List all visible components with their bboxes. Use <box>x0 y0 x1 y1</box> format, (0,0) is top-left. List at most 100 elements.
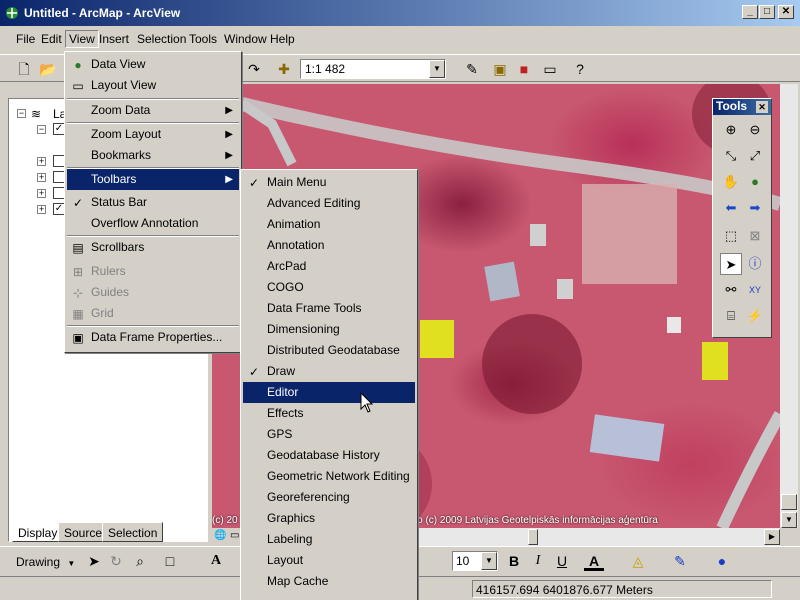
layout-view-icon[interactable]: ▭ <box>230 530 239 541</box>
toolbar-item-animation[interactable]: Animation <box>243 214 415 235</box>
menu-item-data-frame-properties[interactable]: ▣ Data Frame Properties... <box>67 327 239 348</box>
menu-item-overflow-annotation[interactable]: Overflow Annotation <box>67 213 239 234</box>
select-elements-icon[interactable]: ➤ <box>84 551 104 571</box>
menu-item-status-bar[interactable]: ✓ Status Bar <box>67 192 239 213</box>
menu-item-grid[interactable]: ▦ Grid <box>67 303 239 324</box>
measure-icon[interactable]: ⌸ <box>720 305 742 327</box>
expand-toggle[interactable]: + <box>37 173 46 182</box>
bold-button[interactable]: B <box>504 551 524 571</box>
chevron-down-icon[interactable]: ▼ <box>429 60 445 78</box>
toolbar-item-labeling[interactable]: Labeling <box>243 529 415 550</box>
font-size-combobox[interactable]: 10 ▼ <box>452 551 498 571</box>
expand-toggle[interactable]: + <box>37 157 46 166</box>
toolbar-item-geometric-network-editing[interactable]: Geometric Network Editing <box>243 466 415 487</box>
tab-source[interactable]: Source <box>58 522 109 542</box>
menu-item-scrollbars[interactable]: ▤ Scrollbars <box>67 237 239 258</box>
toolbar-item-geodatabase-history[interactable]: Geodatabase History <box>243 445 415 466</box>
hyperlink-lightning-icon[interactable]: ⚡ <box>744 305 766 327</box>
arcmap-app-icon[interactable] <box>4 5 20 21</box>
toolbar-item-distributed-geodatabase[interactable]: Distributed Geodatabase <box>243 340 415 361</box>
menu-help[interactable]: Help <box>270 32 295 46</box>
new-text-icon[interactable]: A <box>206 551 226 571</box>
font-color-button[interactable]: A <box>584 551 604 571</box>
redo-icon[interactable]: ↷ <box>244 59 264 79</box>
menu-selection[interactable]: Selection <box>137 32 186 46</box>
editor-toolbar-icon[interactable]: ✎ <box>462 59 482 79</box>
menu-view[interactable]: View <box>65 30 99 48</box>
line-color-icon[interactable]: ✎ <box>670 551 690 571</box>
tab-selection[interactable]: Selection <box>102 522 164 542</box>
rotate-icon[interactable]: ↻ <box>106 551 126 571</box>
toolbar-item-georeferencing[interactable]: Georeferencing <box>243 487 415 508</box>
clear-selection-icon[interactable]: ⊠ <box>744 225 766 247</box>
pan-hand-icon[interactable]: ✋ <box>720 171 742 193</box>
toolbar-item-map-cache[interactable]: Map Cache <box>243 571 415 592</box>
drawing-menu-button[interactable]: Drawing ▼ <box>16 555 75 569</box>
zoom-to-selected-icon[interactable]: ⌕ <box>130 551 150 571</box>
command-line-icon[interactable]: ▭ <box>540 59 560 79</box>
minimize-button[interactable]: _ <box>742 5 758 19</box>
full-extent-globe-icon[interactable]: ● <box>744 171 766 193</box>
select-features-icon[interactable]: ⬚ <box>720 225 742 247</box>
menu-item-rulers[interactable]: ⊞ Rulers <box>67 261 239 282</box>
toolbar-item-graphics[interactable]: Graphics <box>243 508 415 529</box>
arccatalog-icon[interactable]: ▣ <box>490 59 510 79</box>
select-elements-arrow-icon[interactable]: ➤ <box>720 253 742 275</box>
toolbar-item-editor[interactable]: Editor <box>243 382 415 403</box>
toolbar-item-effects[interactable]: Effects <box>243 403 415 424</box>
italic-button[interactable]: I <box>528 551 548 571</box>
whats-this-help-icon[interactable]: ? <box>570 59 590 79</box>
menu-file[interactable]: File <box>16 32 35 46</box>
underline-button[interactable]: U <box>552 551 572 571</box>
menu-item-toolbars[interactable]: Toolbars ▶ <box>67 169 239 190</box>
fixed-zoom-in-icon[interactable]: ⤡ <box>720 145 742 167</box>
menu-item-bookmarks[interactable]: Bookmarks ▶ <box>67 145 239 166</box>
add-data-icon[interactable]: ✚ <box>274 59 294 79</box>
toolbar-item-dimensioning[interactable]: Dimensioning <box>243 319 415 340</box>
arctoolbox-icon[interactable]: ■ <box>514 59 534 79</box>
collapse-toggle[interactable]: − <box>17 109 26 118</box>
toolbar-item-gps[interactable]: GPS <box>243 424 415 445</box>
fixed-zoom-out-icon[interactable]: ⤢ <box>744 145 766 167</box>
scroll-right-icon[interactable]: ▶ <box>764 529 780 545</box>
marker-color-icon[interactable]: ● <box>712 551 732 571</box>
menu-window[interactable]: Window <box>224 32 267 46</box>
new-document-icon[interactable]: 🗋 <box>14 59 34 79</box>
zoom-out-icon[interactable]: ⊖ <box>744 119 766 141</box>
toolbar-item-annotation[interactable]: Annotation <box>243 235 415 256</box>
menu-item-guides[interactable]: ⊹ Guides <box>67 282 239 303</box>
toolbar-item-draw[interactable]: ✓ Draw <box>243 361 415 382</box>
map-vertical-scrollbar[interactable]: ▼ <box>780 84 798 528</box>
identify-info-icon[interactable]: ⓘ <box>744 253 766 275</box>
data-view-globe-icon[interactable]: 🌐 <box>214 530 226 541</box>
close-button[interactable]: ✕ <box>778 5 794 19</box>
scroll-down-icon[interactable]: ▼ <box>781 512 797 528</box>
maximize-button[interactable]: □ <box>759 5 775 19</box>
menu-edit[interactable]: Edit <box>41 32 62 46</box>
toolbar-item-cogo[interactable]: COGO <box>243 277 415 298</box>
toolbar-item-main-menu[interactable]: ✓ Main Menu <box>243 172 415 193</box>
collapse-toggle[interactable]: − <box>37 125 46 134</box>
scroll-thumb[interactable] <box>528 529 538 545</box>
menu-item-layout-view[interactable]: ▭ Layout View <box>67 75 239 96</box>
tab-display[interactable]: Display <box>12 522 64 542</box>
back-arrow-icon[interactable]: ⬅ <box>720 197 742 219</box>
go-to-xy-icon[interactable]: XY <box>744 279 766 301</box>
fill-color-icon[interactable]: ◬ <box>628 551 648 571</box>
scroll-thumb[interactable] <box>781 494 797 510</box>
zoom-in-icon[interactable]: ⊕ <box>720 119 742 141</box>
rectangle-icon[interactable]: □ <box>160 551 180 571</box>
menu-item-data-view[interactable]: ● Data View <box>67 54 239 75</box>
toolbar-item-advanced-editing[interactable]: Advanced Editing <box>243 193 415 214</box>
expand-toggle[interactable]: + <box>37 205 46 214</box>
close-icon[interactable]: ✕ <box>756 101 768 113</box>
menu-insert[interactable]: Insert <box>99 32 129 46</box>
chevron-down-icon[interactable]: ▼ <box>481 552 497 570</box>
toolbar-item-layout[interactable]: Layout <box>243 550 415 571</box>
open-folder-icon[interactable]: 📂 <box>38 59 58 79</box>
toolbar-item-arcpad[interactable]: ArcPad <box>243 256 415 277</box>
menu-item-zoom-data[interactable]: Zoom Data ▶ <box>67 100 239 121</box>
menu-item-zoom-layout[interactable]: Zoom Layout ▶ <box>67 124 239 145</box>
menu-tools[interactable]: Tools <box>189 32 217 46</box>
toolbar-item-data-frame-tools[interactable]: Data Frame Tools <box>243 298 415 319</box>
